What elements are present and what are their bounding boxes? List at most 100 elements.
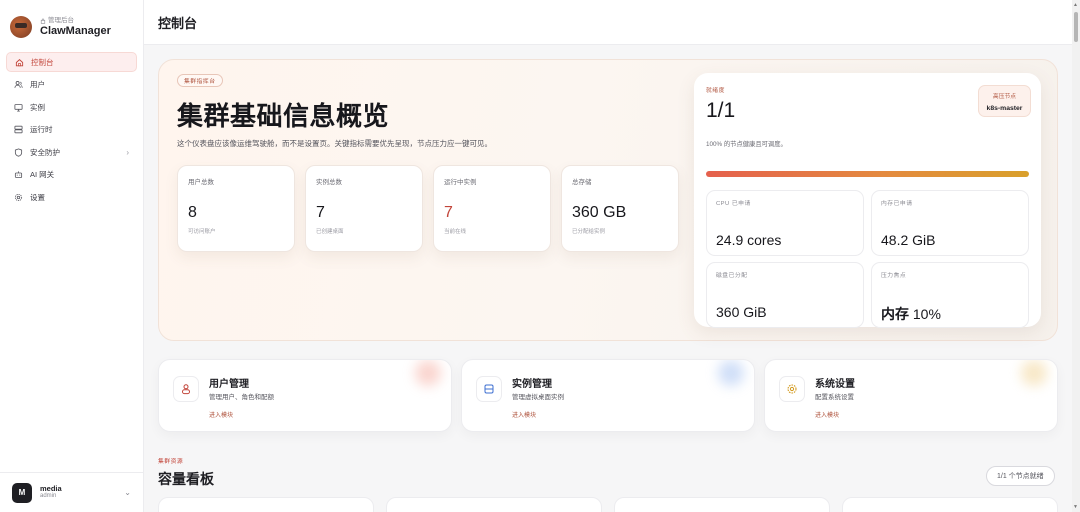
metric-value: 48.2 GiB: [881, 232, 936, 248]
chevron-right-icon: ›: [126, 147, 129, 157]
sidebar-item-instances[interactable]: 实例: [6, 97, 137, 117]
lock-icon: [40, 18, 46, 24]
sidebar-item-security[interactable]: 安全防护 ›: [6, 142, 137, 162]
robot-icon: [14, 170, 23, 179]
module-card-users[interactable]: 用户管理 管理用户、角色和配额 进入模块: [158, 359, 452, 432]
nodes-ready-pill: 1/1 个节点就绪: [986, 466, 1055, 486]
stat-sub: 可访问账户: [188, 229, 216, 235]
module-link[interactable]: 进入模块: [512, 410, 536, 419]
brand[interactable]: 管理后台 ClawManager: [0, 0, 143, 44]
hero-tag: 集群指挥台: [177, 74, 223, 87]
hero-description: 这个仪表盘应该像运维驾驶舱，而不是设置页。关键指标需要优先呈现，节点压力应一键可…: [177, 139, 492, 148]
vertical-scrollbar[interactable]: ▲ ▼: [1072, 0, 1080, 512]
metric-pressure-focus: 压力焦点 内存 10%: [871, 262, 1029, 328]
scroll-down-icon[interactable]: ▼: [1073, 504, 1078, 510]
sidebar-item-label: 控制台: [31, 57, 54, 67]
brand-title: ClawManager: [40, 24, 111, 37]
gear-icon: [14, 193, 23, 202]
shield-icon: [14, 147, 23, 157]
module-title: 系统设置: [815, 379, 855, 390]
metric-label: CPU 已申请: [716, 201, 751, 207]
stat-sub: 已创建桌面: [316, 229, 344, 235]
card-glow: [1021, 360, 1047, 386]
brand-logo: [10, 16, 32, 38]
stat-label: 用户总数: [188, 179, 214, 186]
metric-value-rest: 10%: [909, 306, 941, 322]
stat-card-storage: 总存储 360 GB 已分配给实例: [561, 165, 679, 252]
card-glow: [718, 360, 744, 386]
user-role: admin: [40, 493, 57, 500]
module-link[interactable]: 进入模块: [815, 410, 839, 419]
module-card-settings[interactable]: 系统设置 配置系统设置 进入模块: [764, 359, 1058, 432]
sidebar-item-label: 运行时: [30, 125, 53, 134]
metric-label: 压力焦点: [881, 273, 907, 279]
capacity-card: [614, 497, 830, 512]
stat-label: 实例总数: [316, 179, 342, 186]
monitor-icon: [14, 103, 23, 112]
sidebar-nav: 控制台 用户 实例 运行时 安全防护 › AI 网关 设置: [0, 44, 143, 207]
hero-title: 集群基础信息概览: [177, 101, 390, 131]
module-desc: 管理虚拟桌面实例: [512, 394, 564, 401]
stat-value: 7: [444, 204, 453, 221]
main-content: 控制台 集群指挥台 集群基础信息概览 这个仪表盘应该像运维驾驶舱，而不是设置页。…: [144, 0, 1080, 512]
users-icon: [14, 80, 23, 89]
metric-label: 磁盘已分配: [716, 273, 748, 279]
sidebar-item-users[interactable]: 用户: [6, 75, 137, 95]
avatar: M: [12, 482, 32, 503]
stat-sub: 当前在线: [444, 229, 467, 235]
sidebar-item-dashboard[interactable]: 控制台: [6, 52, 137, 72]
server-icon: [14, 125, 23, 134]
stat-value: 360 GB: [572, 204, 627, 221]
capacity-card: [842, 497, 1058, 512]
home-icon: [15, 58, 24, 67]
sidebar-item-label: 设置: [30, 192, 45, 202]
sidebar-item-label: 安全防护: [30, 147, 60, 157]
module-card-instances[interactable]: 实例管理 管理虚拟桌面实例 进入模块: [461, 359, 755, 432]
server-icon: [476, 376, 502, 402]
capacity-label: 集群资源: [158, 459, 184, 465]
metric-memory: 内存已申请 48.2 GiB: [871, 190, 1029, 256]
topbar: 控制台: [144, 0, 1080, 45]
app-root: 管理后台 ClawManager 控制台 用户 实例 运行时 安全防护 › AI…: [0, 0, 1080, 512]
user-name: media: [40, 484, 62, 494]
page-title: 控制台: [158, 15, 198, 31]
module-title: 用户管理: [209, 379, 249, 390]
stat-card-users: 用户总数 8 可访问账户: [177, 165, 295, 252]
stat-value: 7: [316, 204, 325, 221]
metric-value: 24.9 cores: [716, 232, 782, 248]
metric-value: 内存 10%: [881, 304, 1019, 324]
scroll-up-icon[interactable]: ▲: [1073, 2, 1078, 8]
sidebar-item-ai-gateway[interactable]: AI 网关: [6, 165, 137, 185]
stat-card-running: 运行中实例 7 当前在线: [433, 165, 551, 252]
scrollbar-thumb[interactable]: [1074, 12, 1078, 42]
readiness-panel: 就绪度 1/1 100% 的节点健康且可调度。 高压节点 k8s-master …: [694, 73, 1041, 328]
chevron-down-icon: ⌄: [124, 488, 131, 497]
module-desc: 配置系统设置: [815, 394, 854, 401]
brand-subtitle-text: 管理后台: [48, 17, 74, 25]
user-menu[interactable]: M media admin ⌄: [0, 472, 143, 512]
brand-subtitle: 管理后台: [40, 17, 111, 24]
stat-label: 运行中实例: [444, 179, 477, 186]
sidebar-item-label: 用户: [30, 80, 45, 89]
gear-icon: [779, 376, 805, 402]
pressure-node-badge: 高压节点 k8s-master: [978, 85, 1031, 117]
readiness-label: 就绪度: [706, 88, 725, 94]
capacity-title: 容量看板: [158, 471, 214, 487]
sidebar-item-settings[interactable]: 设置: [6, 187, 137, 207]
readiness-value: 1/1: [706, 99, 736, 122]
module-desc: 管理用户、角色和配额: [209, 394, 274, 401]
sidebar: 管理后台 ClawManager 控制台 用户 实例 运行时 安全防护 › AI…: [0, 0, 144, 512]
metric-value-bold: 内存: [881, 306, 909, 322]
module-link[interactable]: 进入模块: [209, 410, 233, 419]
users-icon: [173, 376, 199, 402]
readiness-sub: 100% 的节点健康且可调度。: [706, 141, 787, 148]
sidebar-item-label: 实例: [30, 102, 45, 112]
card-glow: [415, 360, 441, 386]
sidebar-item-runtime[interactable]: 运行时: [6, 120, 137, 140]
sidebar-item-label: AI 网关: [30, 170, 55, 179]
stat-card-instances: 实例总数 7 已创建桌面: [305, 165, 423, 252]
metric-label: 内存已申请: [881, 201, 913, 207]
stat-value: 8: [188, 204, 197, 221]
capacity-card: [386, 497, 602, 512]
pressure-label: 高压节点: [992, 94, 1017, 100]
